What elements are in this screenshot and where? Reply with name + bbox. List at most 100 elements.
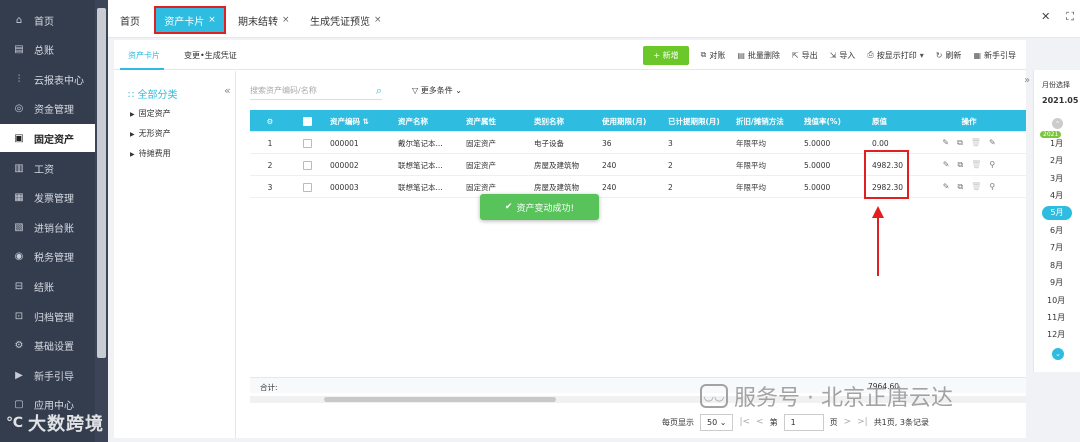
month-item-active[interactable]: 5月 [1042,205,1072,220]
sidebar-item-settings[interactable]: ⚙ 基础设置 [0,332,95,360]
collapse-tree-icon[interactable]: « [224,84,231,97]
header-code[interactable]: 资产编码 ⇅ [328,110,392,132]
row-checkbox[interactable] [288,176,324,198]
table-row[interactable]: 1 000001 戴尔笔记本... 固定资产 电子设备 36 3 年限平均 5.0000 0.00… [250,132,1026,154]
header-value: 原值 [872,116,887,126]
header-category: 类别名称 [534,116,564,126]
tab-voucher-preview[interactable]: 生成凭证预览 × [310,6,382,34]
table-row[interactable]: 2 000002 联想笔记本... 固定资产 房屋及建筑物 240 2 年限平均 5.0000 4… [250,154,1026,176]
export-button[interactable]: ⇱ 导出 [792,50,818,61]
prev-page-icon[interactable]: < [756,417,764,427]
cell-name: 戴尔笔记本... [398,138,443,148]
subtab-asset-card[interactable]: 资产卡片 [128,50,160,61]
checkbox[interactable] [302,182,312,192]
refresh-button[interactable]: ↻ 刷新 [936,50,962,61]
close-all-icon[interactable]: ✕ [1041,10,1050,24]
month-item[interactable]: 12月 [1047,329,1065,340]
guide-label: 新手引导 [984,50,1016,60]
reconcile-button[interactable]: ⧉ 对账 [701,50,726,61]
header-name: 资产名称 [398,116,428,126]
search-icon[interactable]: ⌕ [376,84,382,98]
select-all-checkbox[interactable] [288,110,324,132]
table-row[interactable]: 3 000003 联想笔记本... 固定资产 房屋及建筑物 240 2 年限平均 5.0000 2… [250,176,1026,198]
cell-category: 电子设备 [534,138,564,148]
month-item[interactable]: 11月 [1047,312,1065,323]
tree-all-categories[interactable]: ∷ 全部分类 [128,86,178,101]
row-checkbox[interactable] [288,154,324,176]
copy-icon[interactable]: ⧉ [957,138,963,148]
tree-node-intangible[interactable]: ▶ 无形资产 [130,128,171,139]
year-badge: 2021 [1040,131,1062,138]
tab-home[interactable]: 首页 [120,6,140,34]
column-settings-icon[interactable]: ⚙ [250,110,288,132]
import-button[interactable]: ⇲ 导入 [830,50,856,61]
month-item[interactable]: 6月 [1050,225,1063,236]
sidebar-item-salary[interactable]: ▥ 工资 [0,154,95,182]
sidebar-item-close-book[interactable]: ⊟ 结账 [0,272,95,300]
fullscreen-icon[interactable]: ⛶ [1066,10,1074,24]
sidebar-item-ledger[interactable]: ▤ 总账 [0,36,95,64]
tag-icon[interactable]: ⚲ [989,182,995,192]
row-checkbox[interactable] [288,132,324,154]
checkbox[interactable] [302,138,312,148]
chevron-down-icon: ▾ [919,50,924,60]
per-page-select[interactable]: 50 ⌄ [700,413,734,431]
month-item[interactable]: 4月 [1050,190,1063,201]
add-button[interactable]: + 新增 [643,45,689,65]
sidebar-item-inventory[interactable]: ▧ 进销台账 [0,213,95,241]
month-item[interactable]: 3月 [1050,173,1063,184]
table-scroll-thumb[interactable] [324,397,556,402]
sidebar-item-home[interactable]: ⌂ 首页 [0,6,95,34]
sidebar-item-money[interactable]: ◎ 资金管理 [0,95,95,123]
last-page-icon[interactable]: >| [857,417,868,427]
more-conditions-button[interactable]: ▽ 更多条件 ⌄ [412,85,462,96]
copy-icon[interactable]: ⧉ [957,160,963,170]
delete-icon[interactable]: 🗑 [971,182,981,192]
delete-icon[interactable]: 🗑 [971,160,981,170]
sidebar-item-tax[interactable]: ◉ 税务管理 [0,243,95,271]
sidebar-item-guide[interactable]: ▶ 新手引导 [0,361,95,389]
delete-icon[interactable]: 🗑 [971,138,981,148]
per-page-value: 50 [707,417,718,427]
print-button[interactable]: ⎙ 按显示打印 ▾ [867,50,923,61]
next-page-icon[interactable]: > [844,417,852,427]
edit-icon[interactable]: ✎ [943,182,950,192]
close-icon[interactable]: × [208,15,216,25]
sidebar-item-chart[interactable]: ⫶ 云报表中心 [0,65,95,93]
batch-delete-button[interactable]: ▤ 批量删除 [737,50,780,61]
edit-icon[interactable]: ✎ [942,138,949,148]
change-icon[interactable]: ✎ [989,138,996,148]
sidebar-item-archive[interactable]: ⊡ 归档管理 [0,302,95,330]
close-icon[interactable]: × [374,15,382,25]
tab-period-end[interactable]: 期末结转 × [238,6,290,34]
edit-icon[interactable]: ✎ [943,160,950,170]
tab-asset-card[interactable]: 资产卡片 × [154,6,226,34]
month-item[interactable]: 9月 [1050,277,1063,288]
month-item[interactable]: 7月 [1050,242,1063,253]
copy-icon[interactable]: ⧉ [957,182,963,192]
print-icon: ⎙ [867,50,874,59]
close-icon[interactable]: × [282,15,290,25]
month-item[interactable]: 2月 [1050,155,1063,166]
checkbox[interactable] [302,160,312,170]
tree-node-fixed-assets[interactable]: ▶ 固定资产 [130,108,171,119]
month-item[interactable]: 1月 [1050,138,1063,149]
page-input[interactable]: 1 [783,413,824,431]
sidebar-scroll-thumb[interactable] [97,8,106,358]
sidebar-item-label: 发票管理 [34,194,74,206]
month-item[interactable]: 8月 [1050,260,1063,271]
chevron-up-icon[interactable]: ⌃ [1052,118,1063,129]
subtab-change-voucher[interactable]: 变更•生成凭证 [184,50,237,61]
sidebar-item-invoice[interactable]: ▦ 发票管理 [0,184,95,212]
first-page-icon[interactable]: |< [739,417,750,427]
sidebar-item-asset[interactable]: ▣ 固定资产 [0,124,95,153]
tree-node-prepaid[interactable]: ▶ 待摊费用 [130,148,171,159]
expand-panel-icon[interactable]: » [1024,75,1030,86]
salary-icon: ▥ [14,162,24,174]
chevron-down-icon[interactable]: ⌄ [1052,348,1064,360]
guide-button[interactable]: ▦ 新手引导 [973,50,1016,61]
tag-icon[interactable]: ⚲ [989,160,995,170]
month-item[interactable]: 10月 [1047,295,1065,306]
search-input[interactable]: 搜索资产编码/名称 ⌕ [250,82,382,100]
cell-category: 房屋及建筑物 [534,160,579,170]
